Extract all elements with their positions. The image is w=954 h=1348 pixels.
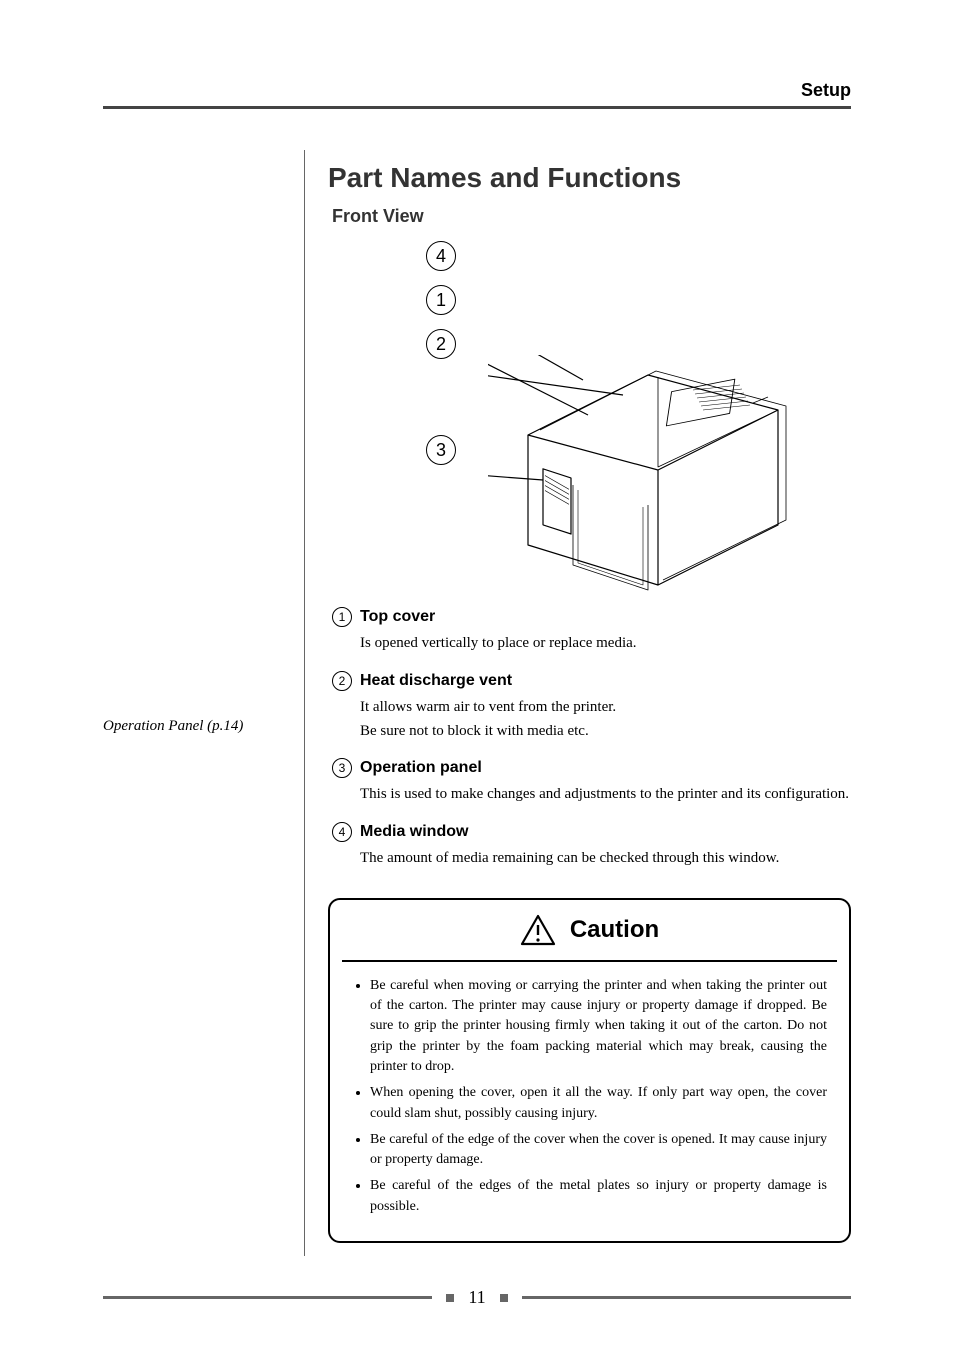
item-title-text: Operation panel bbox=[360, 759, 482, 777]
item-number: 2 bbox=[332, 671, 352, 691]
caution-bullet: Be careful when moving or carrying the p… bbox=[370, 976, 827, 1077]
item-number: 1 bbox=[332, 607, 352, 627]
caution-box: Caution Be careful when moving or carryi… bbox=[328, 898, 851, 1243]
item-number: 3 bbox=[332, 758, 352, 778]
vertical-rule bbox=[304, 150, 305, 1256]
page-number: 11 bbox=[468, 1287, 485, 1308]
page-footer: 11 bbox=[103, 1287, 851, 1308]
item-heat-discharge-vent: 2 Heat discharge vent It allows warm air … bbox=[332, 671, 851, 743]
header-rule bbox=[103, 106, 851, 109]
item-top-cover: 1 Top cover Is opened vertically to place… bbox=[332, 607, 851, 655]
callout-number: 3 bbox=[426, 435, 456, 465]
callout-2: 2 bbox=[426, 329, 456, 359]
caution-triangle-icon bbox=[520, 914, 556, 946]
side-note-cross-reference: Operation Panel (p.14) bbox=[103, 718, 283, 735]
item-body: It allows warm air to vent from the prin… bbox=[360, 697, 851, 743]
footer-square-icon bbox=[500, 1294, 508, 1302]
page: Setup Operation Panel (p.14) Part Names … bbox=[0, 0, 954, 1348]
page-title: Part Names and Functions bbox=[328, 162, 851, 194]
callout-number: 2 bbox=[426, 329, 456, 359]
item-body: This is used to make changes and adjustm… bbox=[360, 784, 851, 806]
callout-1: 1 bbox=[426, 285, 456, 315]
caution-divider bbox=[342, 960, 837, 962]
caution-bullet: Be careful of the edge of the cover when… bbox=[370, 1130, 827, 1171]
item-title-text: Media window bbox=[360, 823, 468, 841]
footer-rule-left bbox=[103, 1296, 432, 1299]
item-title-text: Top cover bbox=[360, 608, 435, 626]
item-number: 4 bbox=[332, 822, 352, 842]
callout-number: 1 bbox=[426, 285, 456, 315]
item-operation-panel: 3 Operation panel This is used to make ch… bbox=[332, 758, 851, 806]
item-body: Is opened vertically to place or replace… bbox=[360, 633, 851, 655]
item-title-text: Heat discharge vent bbox=[360, 672, 512, 690]
caution-bullet: When opening the cover, open it all the … bbox=[370, 1083, 827, 1124]
callout-3: 3 bbox=[426, 435, 456, 465]
section-subtitle: Front View bbox=[332, 206, 851, 227]
item-body: The amount of media remaining can be che… bbox=[360, 848, 851, 870]
caution-bullet: Be careful of the edges of the metal pla… bbox=[370, 1176, 827, 1217]
callout-number: 4 bbox=[426, 241, 456, 271]
section-header: Setup bbox=[801, 80, 851, 101]
caution-title: Caution bbox=[570, 916, 659, 944]
printer-line-drawing bbox=[488, 355, 808, 595]
footer-square-icon bbox=[446, 1294, 454, 1302]
part-descriptions: 1 Top cover Is opened vertically to place… bbox=[328, 607, 851, 870]
callout-4: 4 bbox=[426, 241, 456, 271]
item-media-window: 4 Media window The amount of media remain… bbox=[332, 822, 851, 870]
main-content: Part Names and Functions Front View 4 1 … bbox=[328, 150, 851, 1243]
caution-body: Be careful when moving or carrying the p… bbox=[330, 960, 849, 1241]
front-view-figure: 4 1 2 3 bbox=[328, 235, 851, 591]
footer-rule-right bbox=[522, 1296, 851, 1299]
